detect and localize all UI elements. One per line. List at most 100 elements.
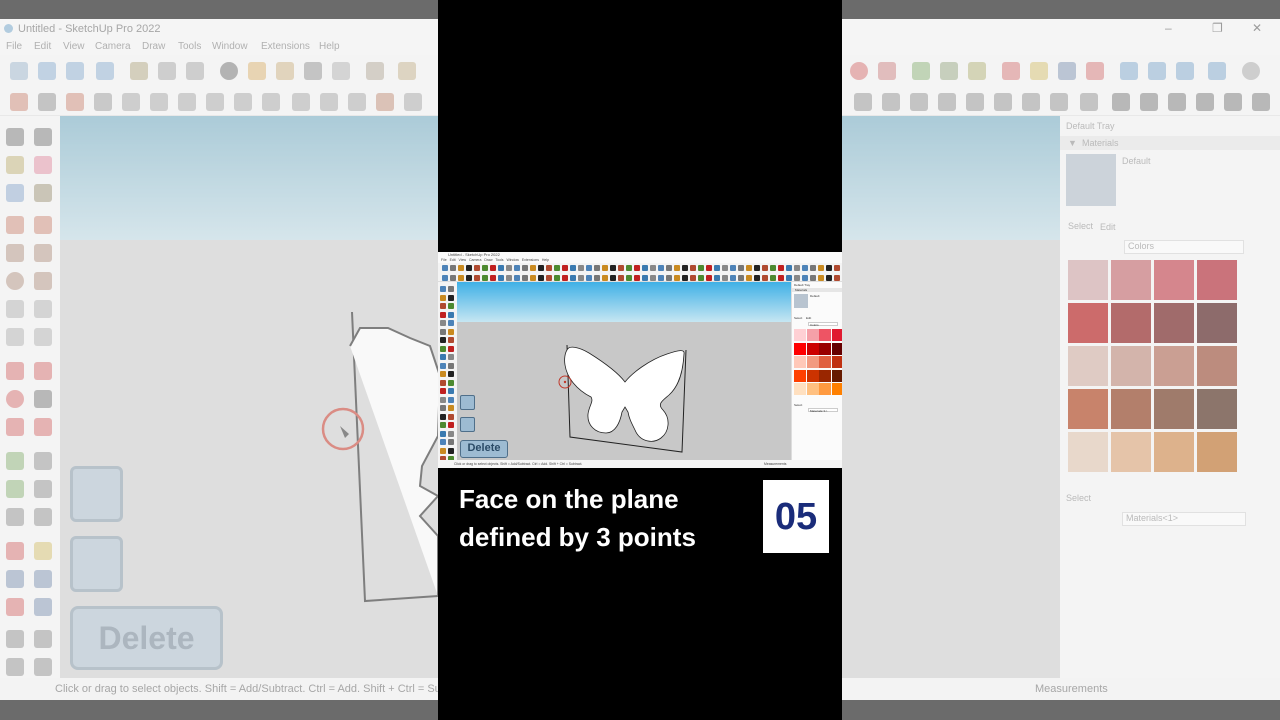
split-icon[interactable] <box>320 93 338 111</box>
axes-icon[interactable] <box>6 508 24 526</box>
zoom-window-icon[interactable] <box>34 570 52 588</box>
select-arrow-icon[interactable] <box>6 128 24 146</box>
color-swatch[interactable] <box>1111 389 1151 429</box>
position-camera-icon[interactable] <box>6 630 24 648</box>
color-swatch[interactable] <box>1068 260 1108 300</box>
outer-shell-icon[interactable] <box>178 93 196 111</box>
offset-icon[interactable] <box>150 93 168 111</box>
layers-icon[interactable] <box>1176 62 1194 80</box>
pan-icon[interactable] <box>1030 62 1048 80</box>
stamp-icon[interactable] <box>404 93 422 111</box>
extension-warehouse-icon[interactable] <box>276 62 294 80</box>
mesh-icon[interactable] <box>994 93 1012 111</box>
pie-icon[interactable] <box>34 328 52 346</box>
arc-icon[interactable] <box>6 300 24 318</box>
paint-bucket-icon[interactable] <box>130 62 148 80</box>
menu-extensions[interactable]: Extensions <box>261 41 310 52</box>
maximize-button[interactable]: ❐ <box>1212 21 1223 35</box>
cloud-icon[interactable] <box>332 62 350 80</box>
color-swatch[interactable] <box>1154 260 1194 300</box>
smoove-icon[interactable] <box>376 93 394 111</box>
select-icon[interactable] <box>10 62 28 80</box>
push-pull-tool-icon[interactable] <box>34 362 52 380</box>
color-swatch[interactable] <box>1068 303 1108 343</box>
iso-view-icon[interactable] <box>38 62 56 80</box>
zoom-extents-tool-icon[interactable] <box>6 598 24 616</box>
menu-camera[interactable]: Camera <box>95 41 131 52</box>
color-swatch[interactable] <box>1154 432 1194 472</box>
menu-draw[interactable]: Draw <box>142 41 165 52</box>
close-button[interactable]: ✕ <box>1252 21 1262 35</box>
top-view-icon[interactable] <box>66 62 84 80</box>
styles-icon[interactable] <box>1120 62 1138 80</box>
zoom-icon[interactable] <box>1058 62 1076 80</box>
shadows-icon[interactable] <box>1208 62 1226 80</box>
menu-edit[interactable]: Edit <box>34 41 51 52</box>
text-icon[interactable] <box>940 62 958 80</box>
scale-icon[interactable] <box>6 418 24 436</box>
offset-tool-icon[interactable] <box>34 418 52 436</box>
component-icon[interactable] <box>158 62 176 80</box>
color-swatch[interactable] <box>1197 389 1237 429</box>
pan-tool-icon[interactable] <box>34 542 52 560</box>
color-swatch[interactable] <box>1197 303 1237 343</box>
previous-view-icon[interactable] <box>34 598 52 616</box>
pencil-icon[interactable] <box>6 216 24 234</box>
add-location-icon[interactable] <box>220 62 238 80</box>
lasso-icon[interactable] <box>34 128 52 146</box>
protractor-icon[interactable] <box>6 480 24 498</box>
home-icon[interactable] <box>1168 93 1186 111</box>
library-select[interactable]: Colors <box>1124 240 1244 254</box>
look-around-icon[interactable] <box>34 630 52 648</box>
color-swatch[interactable] <box>1197 346 1237 386</box>
follow-me-icon[interactable] <box>878 62 896 80</box>
orbit-tool-icon[interactable] <box>6 542 24 560</box>
eraser-icon[interactable] <box>34 156 52 174</box>
color-swatch[interactable] <box>1111 346 1151 386</box>
make-component-icon[interactable] <box>6 184 24 202</box>
xray-icon[interactable] <box>1148 62 1166 80</box>
three-point-arc-icon[interactable] <box>6 328 24 346</box>
menu-help[interactable]: Help <box>319 41 340 52</box>
menu-file[interactable]: File <box>6 41 22 52</box>
grid-icon[interactable] <box>1022 93 1040 111</box>
menu-window[interactable]: Window <box>212 41 248 52</box>
color-swatch[interactable] <box>1154 346 1194 386</box>
flip-edge-icon[interactable] <box>910 93 928 111</box>
terrain-icon[interactable] <box>938 93 956 111</box>
trim-icon[interactable] <box>292 93 310 111</box>
rotate-icon[interactable] <box>6 390 24 408</box>
zoom-tool-icon[interactable] <box>6 570 24 588</box>
color-swatch[interactable] <box>1111 303 1151 343</box>
tab-edit[interactable]: Edit <box>1100 222 1116 232</box>
color-swatch[interactable] <box>1111 432 1151 472</box>
arc-tool-icon[interactable] <box>38 93 56 111</box>
rotated-rect-icon[interactable] <box>34 244 52 262</box>
sandbox-icon[interactable] <box>348 93 366 111</box>
add-detail-icon[interactable] <box>882 93 900 111</box>
freehand-icon[interactable] <box>34 216 52 234</box>
color-swatch[interactable] <box>1068 389 1108 429</box>
layout-icon[interactable] <box>398 62 416 80</box>
materials-panel-header[interactable]: ▼ Materials <box>1060 136 1280 150</box>
cube-icon[interactable] <box>1140 93 1158 111</box>
rotate-red-icon[interactable] <box>850 62 868 80</box>
freehand-tool-icon[interactable] <box>66 93 84 111</box>
polygon-icon[interactable] <box>34 272 52 290</box>
dimension-icon[interactable] <box>34 452 52 470</box>
rectangle-icon[interactable] <box>6 244 24 262</box>
menu-tools[interactable]: Tools <box>178 41 201 52</box>
color-swatch[interactable] <box>1154 389 1194 429</box>
tape-icon[interactable] <box>912 62 930 80</box>
3d-text-icon[interactable] <box>34 508 52 526</box>
model-library-select[interactable]: Materials<1> <box>1122 512 1246 526</box>
scene-icon[interactable] <box>1050 93 1068 111</box>
checker-icon[interactable] <box>304 62 322 80</box>
color-swatch[interactable] <box>1197 432 1237 472</box>
walk-icon[interactable] <box>6 658 24 676</box>
paint-bucket-tool-icon[interactable] <box>6 156 24 174</box>
zoom-extents-icon[interactable] <box>1086 62 1104 80</box>
tag-icon[interactable] <box>34 184 52 202</box>
color-swatch[interactable] <box>1154 303 1194 343</box>
menu-view[interactable]: View <box>63 41 85 52</box>
